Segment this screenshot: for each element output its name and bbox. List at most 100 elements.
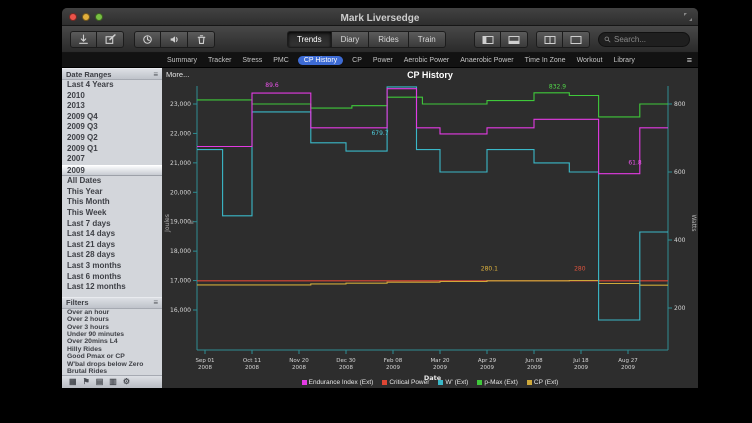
speaker-icon: [169, 34, 180, 45]
tab-aerobic-power[interactable]: Aerobic Power: [402, 56, 452, 65]
tab-cp[interactable]: CP: [350, 56, 364, 65]
filter-item[interactable]: Over 20mins L4: [62, 338, 162, 345]
legend-label: p-Max (Ext): [484, 379, 518, 386]
svg-text:18,000: 18,000: [170, 248, 191, 255]
svg-text:Oct 11: Oct 11: [243, 358, 261, 364]
zoom-button[interactable]: [95, 13, 103, 21]
date-ranges-menu-icon[interactable]: ≡: [153, 70, 158, 79]
filter-item[interactable]: W'bal drops below Zero: [62, 361, 162, 368]
compose-button[interactable]: [97, 31, 124, 48]
filter-item[interactable]: Brutal Rides: [62, 368, 162, 375]
tab-cp-history[interactable]: CP History: [298, 56, 343, 65]
tabbar-menu-icon[interactable]: ≡: [687, 56, 692, 65]
date-range-item[interactable]: This Month: [62, 197, 162, 208]
window-icon: [570, 35, 582, 45]
view-tab-trends[interactable]: Trends: [287, 31, 332, 48]
filter-item[interactable]: Over 3 hours: [62, 324, 162, 331]
tab-anaerobic-power[interactable]: Anaerobic Power: [458, 56, 515, 65]
tab-library[interactable]: Library: [612, 56, 637, 65]
date-range-item[interactable]: Last 4 Years: [62, 80, 162, 91]
date-range-item[interactable]: 2007: [62, 154, 162, 165]
grid-icon[interactable]: ▦: [69, 376, 77, 388]
delete-button[interactable]: [188, 31, 215, 48]
date-range-item[interactable]: This Week: [62, 208, 162, 219]
view-tab-rides[interactable]: Rides: [369, 31, 408, 48]
y-axis-handle-icon[interactable]: ≡: [189, 219, 194, 226]
date-ranges-list: Last 4 Years201020132009 Q42009 Q32009 Q…: [62, 80, 162, 293]
svg-text:2009: 2009: [574, 365, 588, 371]
cp-history-chart: 16,00017,00018,00019,00020,00021,00022,0…: [162, 78, 698, 384]
flag-icon[interactable]: ⚑: [83, 376, 90, 388]
minimize-button[interactable]: [82, 13, 90, 21]
search-field[interactable]: [598, 32, 690, 47]
tab-time-in-zone[interactable]: Time In Zone: [523, 56, 568, 65]
toolbar-right: [474, 31, 690, 48]
audio-button[interactable]: [161, 31, 188, 48]
chart-legend: Endurance Index (Ext)Critical PowerW' (E…: [162, 379, 698, 386]
series-endurance-index-ext-: [197, 89, 668, 174]
tab-summary[interactable]: Summary: [165, 56, 199, 65]
svg-text:2008: 2008: [198, 365, 212, 371]
view-tab-train[interactable]: Train: [409, 31, 446, 48]
date-range-item[interactable]: 2010: [62, 91, 162, 102]
filter-item[interactable]: Good Pmax or CP: [62, 353, 162, 360]
history-button[interactable]: [134, 31, 161, 48]
chart-tabbar: Summary Tracker Stress PMC CP History CP Power…: [62, 53, 698, 68]
svg-text:16,000: 16,000: [170, 307, 191, 314]
list-icon[interactable]: ▤: [96, 376, 104, 388]
tab-workout[interactable]: Workout: [575, 56, 605, 65]
tiled-view-button[interactable]: [536, 31, 563, 48]
clock-icon: [142, 34, 153, 45]
search-input[interactable]: [614, 35, 684, 44]
tab-power[interactable]: Power: [371, 56, 395, 65]
import-button[interactable]: [70, 31, 97, 48]
date-range-item[interactable]: 2009 Q3: [62, 122, 162, 133]
date-range-item[interactable]: Last 12 months: [62, 282, 162, 293]
compose-icon: [105, 34, 116, 45]
tab-stress[interactable]: Stress: [240, 56, 264, 65]
view-switcher: TrendsDiaryRidesTrain: [287, 31, 446, 48]
view-tab-diary[interactable]: Diary: [332, 31, 370, 48]
pane-bottom-icon: [508, 35, 520, 45]
filter-item[interactable]: Under 90 minutes: [62, 331, 162, 338]
date-range-item[interactable]: Last 14 days: [62, 229, 162, 240]
single-view-button[interactable]: [563, 31, 590, 48]
svg-text:2008: 2008: [292, 365, 306, 371]
filter-item[interactable]: Over an hour: [62, 309, 162, 316]
chart-icon[interactable]: ▥: [109, 376, 117, 388]
legend-swatch: [477, 380, 482, 385]
filter-item[interactable]: Over 2 hours: [62, 316, 162, 323]
chart-annotations: 89.6679.7832.961.8280.1280: [265, 82, 642, 273]
gear-icon[interactable]: ⚙: [123, 376, 130, 388]
legend-item: W' (Ext): [438, 379, 468, 386]
toggle-lowbar-button[interactable]: [501, 31, 528, 48]
svg-text:2009: 2009: [433, 365, 447, 371]
filters-menu-icon[interactable]: ≡: [153, 298, 158, 307]
date-range-item[interactable]: 2009 Q4: [62, 112, 162, 123]
legend-label: W' (Ext): [445, 379, 468, 386]
date-range-item[interactable]: Last 7 days: [62, 219, 162, 230]
date-range-item[interactable]: 2009 Q2: [62, 133, 162, 144]
date-range-item[interactable]: All Dates: [62, 176, 162, 187]
date-range-item[interactable]: Last 28 days: [62, 250, 162, 261]
filter-item[interactable]: Hilly Rides: [62, 346, 162, 353]
tab-tracker[interactable]: Tracker: [206, 56, 233, 65]
sidebar-toggle-group: [474, 31, 528, 48]
annotation-label: 280: [574, 266, 586, 273]
svg-text:23,000: 23,000: [170, 101, 191, 108]
tab-pmc[interactable]: PMC: [271, 56, 291, 65]
toggle-sidebar-button[interactable]: [474, 31, 501, 48]
chart-series: [197, 87, 668, 320]
date-range-item[interactable]: 2009: [62, 165, 162, 177]
date-range-item[interactable]: Last 6 months: [62, 272, 162, 283]
date-range-item[interactable]: This Year: [62, 187, 162, 198]
svg-text:2009: 2009: [621, 365, 635, 371]
date-range-item[interactable]: 2009 Q1: [62, 144, 162, 155]
toolbar-left: [70, 31, 215, 48]
date-range-item[interactable]: Last 21 days: [62, 240, 162, 251]
fullscreen-icon[interactable]: [683, 12, 693, 22]
date-range-item[interactable]: 2013: [62, 101, 162, 112]
close-button[interactable]: [69, 13, 77, 21]
date-range-item[interactable]: Last 3 months: [62, 261, 162, 272]
svg-text:Apr 29: Apr 29: [478, 358, 497, 364]
